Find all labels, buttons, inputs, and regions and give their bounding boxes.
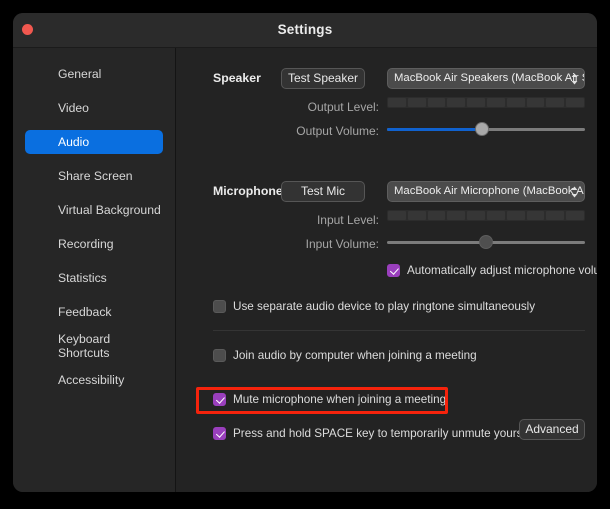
output-volume-slider[interactable] <box>387 121 585 137</box>
sidebar-item-feedback[interactable]: Feedback <box>25 300 163 324</box>
test-speaker-button[interactable]: Test Speaker <box>281 68 365 89</box>
chevron-updown-icon <box>570 71 579 86</box>
sidebar-item-label: Accessibility <box>58 373 125 387</box>
speaker-device-value: MacBook Air Speakers (MacBook Air S... <box>394 72 585 84</box>
auto-adjust-mic-volume-option[interactable]: Automatically adjust microphone volume <box>387 264 597 277</box>
output-level-meter <box>387 97 585 108</box>
separate-audio-device-option[interactable]: Use separate audio device to play ringto… <box>213 300 535 313</box>
sidebar-item-general[interactable]: General <box>25 62 163 86</box>
meter-segment <box>427 211 446 220</box>
sidebar-item-label: Video <box>58 101 89 115</box>
sidebar-item-virtual-background[interactable]: Virtual Background <box>25 198 163 222</box>
checkbox-checked-icon[interactable] <box>213 427 226 440</box>
advanced-button[interactable]: Advanced <box>519 419 585 440</box>
meter-segment <box>526 211 545 220</box>
meter-segment <box>566 98 584 107</box>
join-audio-label: Join audio by computer when joining a me… <box>233 349 477 362</box>
input-level-label: Input Level: <box>316 213 379 227</box>
checkbox-unchecked-icon[interactable] <box>213 300 226 313</box>
test-mic-button[interactable]: Test Mic <box>281 181 365 202</box>
speaker-section-label: Speaker <box>213 71 261 85</box>
meter-segment <box>546 211 565 220</box>
meter-segment <box>467 211 485 220</box>
sidebar-item-label: Statistics <box>58 271 107 285</box>
meter-segment <box>388 98 406 107</box>
input-volume-label: Input Volume: <box>305 237 379 251</box>
sidebar-item-share-screen[interactable]: Share Screen <box>25 164 163 188</box>
meter-segment <box>546 98 565 107</box>
meter-segment <box>486 211 505 220</box>
auto-adjust-mic-volume-label: Automatically adjust microphone volume <box>407 264 597 277</box>
sidebar-item-video[interactable]: Video <box>25 96 163 120</box>
meter-segment <box>566 211 584 220</box>
sidebar-item-label: Share Screen <box>58 169 133 183</box>
input-level-meter <box>387 210 585 221</box>
sidebar-item-keyboard-shortcuts[interactable]: Keyboard Shortcuts <box>25 332 163 360</box>
meter-segment <box>447 98 466 107</box>
microphone-device-value: MacBook Air Microphone (MacBook Air... <box>394 185 585 197</box>
sidebar-item-statistics[interactable]: Statistics <box>25 266 163 290</box>
mute-microphone-label: Mute microphone when joining a meeting <box>233 393 447 406</box>
sidebar-item-label: Feedback <box>58 305 112 319</box>
title-bar: Settings <box>13 13 597 48</box>
sidebar-item-accessibility[interactable]: Accessibility <box>25 368 163 392</box>
meter-segment <box>407 211 426 220</box>
speaker-device-select[interactable]: MacBook Air Speakers (MacBook Air S... <box>387 68 585 89</box>
slider-fill <box>387 128 483 131</box>
window-title: Settings <box>277 22 333 37</box>
microphone-device-select[interactable]: MacBook Air Microphone (MacBook Air... <box>387 181 585 202</box>
sidebar-item-audio[interactable]: Audio <box>25 130 163 154</box>
meter-segment <box>407 98 426 107</box>
meter-segment <box>388 211 406 220</box>
sidebar-item-label: Recording <box>58 237 114 251</box>
sidebar-item-label: Audio <box>58 135 90 149</box>
checkbox-checked-icon[interactable] <box>387 264 400 277</box>
meter-segment <box>506 98 525 107</box>
separate-audio-device-label: Use separate audio device to play ringto… <box>233 300 536 313</box>
section-divider <box>213 330 585 331</box>
output-level-label: Output Level: <box>307 100 379 114</box>
meter-segment <box>506 211 525 220</box>
chevron-updown-icon <box>570 184 579 199</box>
output-volume-label: Output Volume: <box>296 124 379 138</box>
meter-segment <box>447 211 466 220</box>
audio-settings-panel: Speaker Test Speaker MacBook Air Speaker… <box>177 48 597 492</box>
push-to-talk-option[interactable]: Press and hold SPACE key to temporarily … <box>213 427 535 440</box>
checkbox-checked-icon[interactable] <box>213 393 226 406</box>
slider-thumb[interactable] <box>475 122 490 136</box>
sidebar-item-label: General <box>58 67 102 81</box>
sidebar-item-label: Keyboard Shortcuts <box>58 332 111 360</box>
slider-thumb[interactable] <box>479 235 493 249</box>
settings-window: Settings General Video Audio Share Scree… <box>13 13 597 492</box>
join-audio-option[interactable]: Join audio by computer when joining a me… <box>213 349 477 362</box>
microphone-section-label: Microphone <box>213 184 283 198</box>
mute-microphone-option[interactable]: Mute microphone when joining a meeting <box>213 393 446 406</box>
meter-segment <box>427 98 446 107</box>
meter-segment <box>467 98 485 107</box>
sidebar: General Video Audio Share Screen Virtual… <box>13 48 176 492</box>
sidebar-item-recording[interactable]: Recording <box>25 232 163 256</box>
meter-segment <box>526 98 545 107</box>
input-volume-slider[interactable] <box>387 234 585 250</box>
sidebar-item-label: Virtual Background <box>58 203 161 217</box>
checkbox-unchecked-icon[interactable] <box>213 349 226 362</box>
push-to-talk-label: Press and hold SPACE key to temporarily … <box>233 427 535 440</box>
meter-segment <box>486 98 505 107</box>
